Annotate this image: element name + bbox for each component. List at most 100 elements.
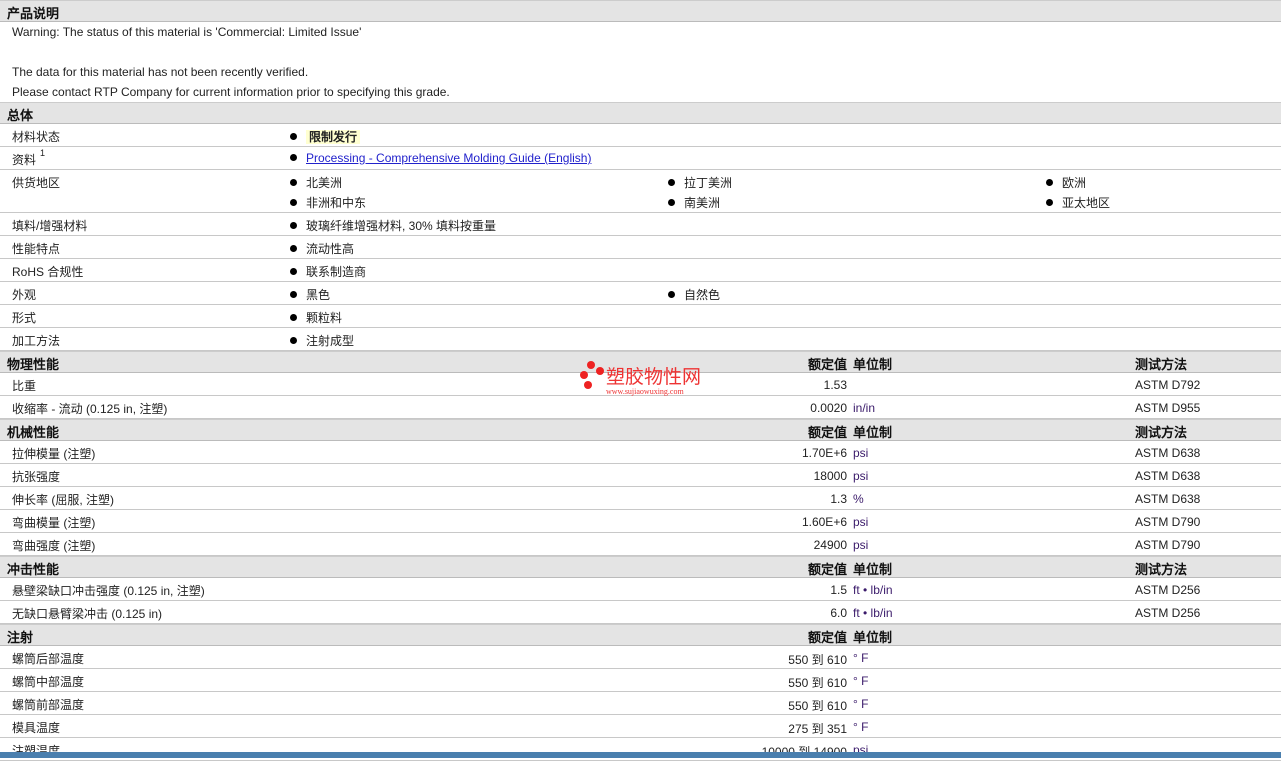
test-method: ASTM D638 — [1135, 492, 1201, 506]
property-unit: ft • lb/in — [853, 606, 893, 620]
property-value: 1.60E+6 — [801, 515, 847, 529]
bullet-icon — [668, 199, 675, 206]
test-method: ASTM D256 — [1135, 606, 1201, 620]
property-value: 注射成型 — [290, 332, 354, 349]
property-row: 模具温度 275 到 351 ° F — [0, 715, 1281, 738]
property-label: 弯曲强度 (注塑) — [12, 539, 96, 553]
section-title: 产品说明 — [7, 6, 60, 21]
value-text: 注射成型 — [306, 334, 355, 348]
test-method: ASTM D638 — [1135, 446, 1201, 460]
property-value: 亚太地区 — [1046, 194, 1110, 211]
property-row: 加工方法 注射成型 — [0, 328, 1281, 351]
property-label: 材料状态 — [12, 130, 61, 144]
bullet-icon — [1046, 179, 1053, 186]
test-method: ASTM D790 — [1135, 538, 1201, 552]
property-unit: % — [853, 492, 864, 506]
property-value: 非洲和中东 — [290, 194, 366, 211]
bullet-icon — [668, 179, 675, 186]
column-header-unit: 单位制 — [853, 357, 893, 372]
property-unit: in/in — [853, 401, 876, 415]
property-value: 1.3 — [830, 492, 847, 506]
section-title: 机械性能 — [7, 425, 60, 440]
bullet-icon — [290, 245, 297, 252]
property-value: 6.0 — [830, 606, 847, 620]
property-row: 弯曲模量 (注塑) 1.60E+6 psi ASTM D790 — [0, 510, 1281, 533]
value-text: 玻璃纤维增强材料, 30% 填料按重量 — [306, 219, 497, 233]
property-row: 外观 黑色 自然色 — [0, 282, 1281, 305]
bullet-icon — [290, 268, 297, 275]
section-title: 物理性能 — [7, 357, 60, 372]
bullet-icon — [290, 314, 297, 321]
column-header-test: 测试方法 — [1135, 562, 1188, 577]
property-unit: ° F — [853, 720, 869, 734]
property-label: 填料/增强材料 — [12, 219, 88, 233]
property-label: 无缺口悬臂梁冲击 (0.125 in) — [12, 607, 163, 621]
column-header-unit: 单位制 — [853, 562, 893, 577]
property-label: 拉伸模量 (注塑) — [12, 447, 96, 461]
property-row: 填料/增强材料 玻璃纤维增强材料, 30% 填料按重量 — [0, 213, 1281, 236]
property-value: 限制发行 — [290, 128, 361, 145]
value-text: 联系制造商 — [306, 265, 367, 279]
bullet-icon — [290, 154, 297, 161]
property-unit: ° F — [853, 697, 869, 711]
test-method: ASTM D790 — [1135, 515, 1201, 529]
section-header: 机械性能 额定值 单位制 测试方法 — [0, 419, 1281, 441]
property-unit: psi — [853, 515, 869, 529]
watermark-text: 塑胶物性网 — [606, 367, 702, 388]
property-value: 24900 — [813, 538, 847, 552]
property-row: 伸长率 (屈服, 注塑) 1.3% ASTM D638 — [0, 487, 1281, 510]
test-method: ASTM D256 — [1135, 583, 1201, 597]
property-value: 黑色 — [290, 286, 330, 303]
property-value: 联系制造商 — [290, 263, 366, 280]
property-value: 北美洲 — [290, 174, 342, 191]
property-unit: psi — [853, 538, 869, 552]
property-label: 性能特点 — [12, 242, 61, 256]
section-title: 注射 — [7, 630, 34, 645]
property-label: 抗张强度 — [12, 470, 61, 484]
value-text: 北美洲 — [306, 176, 343, 190]
document-link[interactable]: Processing - Comprehensive Molding Guide… — [306, 151, 591, 165]
value-text: 流动性高 — [306, 242, 355, 256]
property-value: 南美洲 — [668, 194, 720, 211]
section-header: 冲击性能 额定值 单位制 测试方法 — [0, 556, 1281, 578]
watermark-dots-icon — [580, 361, 604, 389]
property-value: 0.0020 — [810, 401, 847, 415]
property-row: 收缩率 - 流动 (0.125 in, 注塑) 0.0020 in/in ASTM D… — [0, 396, 1281, 419]
column-header-nominal: 额定值 — [807, 425, 847, 440]
test-method: ASTM D955 — [1135, 401, 1201, 415]
property-label: 加工方法 — [12, 334, 61, 348]
property-row: 形式 颗粒料 — [0, 305, 1281, 328]
property-row: RoHS 合规性 联系制造商 — [0, 259, 1281, 282]
property-unit: psi — [853, 469, 869, 483]
watermark-logo: 塑胶物性网 www.sujiaowuxing.com — [578, 361, 702, 396]
column-header-unit: 单位制 — [853, 425, 893, 440]
bullet-icon — [668, 291, 675, 298]
property-value: 1.70E+6 — [801, 446, 847, 460]
column-header-test: 测试方法 — [1135, 425, 1188, 440]
property-value: 550 到 610 — [788, 676, 847, 690]
property-label: 外观 — [12, 288, 37, 302]
property-label: 伸长率 (屈服, 注塑) — [12, 493, 114, 507]
property-value: 拉丁美洲 — [668, 174, 732, 191]
property-row: 螺筒中部温度 550 到 610 ° F — [0, 669, 1281, 692]
property-value: 玻璃纤维增强材料, 30% 填料按重量 — [290, 217, 496, 234]
property-unit: ° F — [853, 651, 869, 665]
property-value: 18000 — [813, 469, 847, 483]
property-row: 抗张强度 18000 psi ASTM D638 — [0, 464, 1281, 487]
value-text: 拉丁美洲 — [684, 176, 733, 190]
description-line: The data for this material has not been … — [12, 65, 309, 79]
description-line: Please contact RTP Company for current i… — [12, 85, 450, 99]
section-title: 总体 — [7, 108, 34, 123]
value-text: 亚太地区 — [1062, 196, 1111, 210]
test-method: ASTM D792 — [1135, 378, 1201, 392]
section-title: 冲击性能 — [7, 562, 60, 577]
bullet-icon — [1046, 199, 1053, 206]
property-label: 资料 — [12, 153, 37, 167]
property-value: 550 到 610 — [788, 699, 847, 713]
notes-bar — [0, 752, 1281, 758]
value-text: 自然色 — [684, 288, 721, 302]
column-header-unit: 单位制 — [853, 630, 893, 645]
description-line — [0, 42, 1281, 62]
property-row: 资料 1 Processing - Comprehensive Molding Gu… — [0, 147, 1281, 170]
description-line: Warning: The status of this material is … — [12, 25, 362, 39]
